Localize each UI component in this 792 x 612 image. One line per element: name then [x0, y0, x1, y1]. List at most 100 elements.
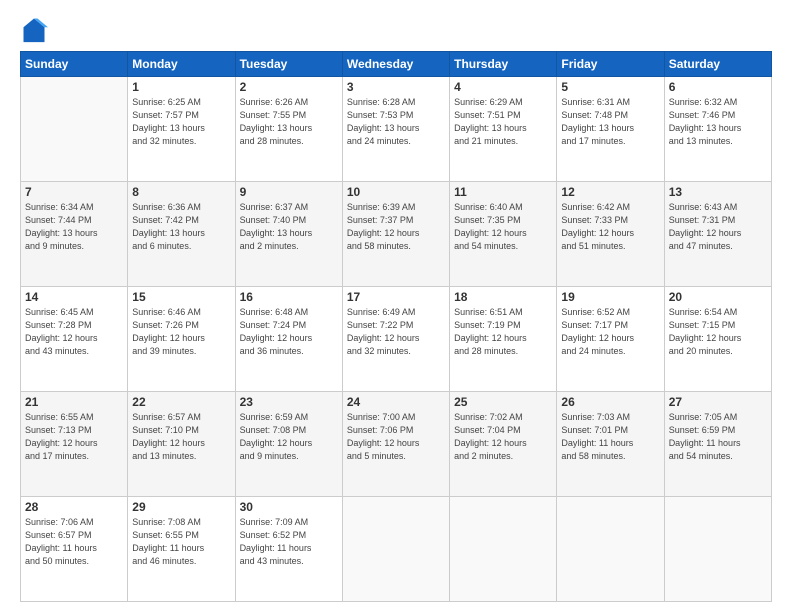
calendar-cell: 4 Sunrise: 6:29 AM Sunset: 7:51 PM Daylig…	[450, 77, 557, 182]
calendar-cell: 26 Sunrise: 7:03 AM Sunset: 7:01 PM Dayli…	[557, 392, 664, 497]
day-number: 8	[132, 185, 230, 199]
day-info: Sunrise: 7:08 AM Sunset: 6:55 PM Dayligh…	[132, 516, 230, 568]
day-number: 25	[454, 395, 552, 409]
day-number: 24	[347, 395, 445, 409]
day-number: 3	[347, 80, 445, 94]
calendar-cell: 10 Sunrise: 6:39 AM Sunset: 7:37 PM Dayli…	[342, 182, 449, 287]
calendar-cell: 28 Sunrise: 7:06 AM Sunset: 6:57 PM Dayli…	[21, 497, 128, 602]
day-number: 4	[454, 80, 552, 94]
day-info: Sunrise: 6:46 AM Sunset: 7:26 PM Dayligh…	[132, 306, 230, 358]
day-info: Sunrise: 6:29 AM Sunset: 7:51 PM Dayligh…	[454, 96, 552, 148]
day-info: Sunrise: 6:59 AM Sunset: 7:08 PM Dayligh…	[240, 411, 338, 463]
calendar-cell: 6 Sunrise: 6:32 AM Sunset: 7:46 PM Daylig…	[664, 77, 771, 182]
day-info: Sunrise: 6:43 AM Sunset: 7:31 PM Dayligh…	[669, 201, 767, 253]
calendar-cell: 30 Sunrise: 7:09 AM Sunset: 6:52 PM Dayli…	[235, 497, 342, 602]
day-number: 22	[132, 395, 230, 409]
day-number: 5	[561, 80, 659, 94]
calendar-cell: 17Sunrise: 6:49 AM Sunset: 7:22 PM Dayli…	[342, 287, 449, 392]
day-info: Sunrise: 6:42 AM Sunset: 7:33 PM Dayligh…	[561, 201, 659, 253]
calendar-cell: 12 Sunrise: 6:42 AM Sunset: 7:33 PM Dayli…	[557, 182, 664, 287]
day-info: Sunrise: 6:25 AM Sunset: 7:57 PM Dayligh…	[132, 96, 230, 148]
day-number: 21	[25, 395, 123, 409]
day-number: 11	[454, 185, 552, 199]
day-number: 18	[454, 290, 552, 304]
calendar-cell	[450, 497, 557, 602]
day-info: Sunrise: 7:00 AM Sunset: 7:06 PM Dayligh…	[347, 411, 445, 463]
calendar-cell: 11 Sunrise: 6:40 AM Sunset: 7:35 PM Dayli…	[450, 182, 557, 287]
day-number: 9	[240, 185, 338, 199]
calendar-cell: 5 Sunrise: 6:31 AM Sunset: 7:48 PM Daylig…	[557, 77, 664, 182]
day-info: Sunrise: 6:45 AM Sunset: 7:28 PM Dayligh…	[25, 306, 123, 358]
calendar-cell: 19 Sunrise: 6:52 AM Sunset: 7:17 PM Dayli…	[557, 287, 664, 392]
day-number: 14	[25, 290, 123, 304]
logo	[20, 15, 52, 43]
day-number: 16	[240, 290, 338, 304]
calendar-cell: 18 Sunrise: 6:51 AM Sunset: 7:19 PM Dayli…	[450, 287, 557, 392]
calendar-cell: 1 Sunrise: 6:25 AM Sunset: 7:57 PM Daylig…	[128, 77, 235, 182]
day-info: Sunrise: 6:57 AM Sunset: 7:10 PM Dayligh…	[132, 411, 230, 463]
day-number: 28	[25, 500, 123, 514]
day-info: Sunrise: 6:55 AM Sunset: 7:13 PM Dayligh…	[25, 411, 123, 463]
day-info: Sunrise: 6:51 AM Sunset: 7:19 PM Dayligh…	[454, 306, 552, 358]
day-number: 27	[669, 395, 767, 409]
calendar-cell: 23 Sunrise: 6:59 AM Sunset: 7:08 PM Dayli…	[235, 392, 342, 497]
header	[20, 15, 772, 43]
day-number: 29	[132, 500, 230, 514]
calendar-cell: 8 Sunrise: 6:36 AM Sunset: 7:42 PM Daylig…	[128, 182, 235, 287]
weekday-header: Wednesday	[342, 52, 449, 77]
day-number: 20	[669, 290, 767, 304]
day-info: Sunrise: 6:26 AM Sunset: 7:55 PM Dayligh…	[240, 96, 338, 148]
calendar-cell: 3 Sunrise: 6:28 AM Sunset: 7:53 PM Daylig…	[342, 77, 449, 182]
calendar-cell	[664, 497, 771, 602]
day-number: 13	[669, 185, 767, 199]
calendar-cell: 21 Sunrise: 6:55 AM Sunset: 7:13 PM Dayli…	[21, 392, 128, 497]
day-number: 6	[669, 80, 767, 94]
calendar-page: SundayMondayTuesdayWednesdayThursdayFrid…	[0, 0, 792, 612]
day-number: 15	[132, 290, 230, 304]
logo-icon	[20, 15, 48, 43]
weekday-header: Friday	[557, 52, 664, 77]
day-info: Sunrise: 6:52 AM Sunset: 7:17 PM Dayligh…	[561, 306, 659, 358]
day-info: Sunrise: 6:36 AM Sunset: 7:42 PM Dayligh…	[132, 201, 230, 253]
day-info: Sunrise: 6:49 AM Sunset: 7:22 PM Dayligh…	[347, 306, 445, 358]
day-info: Sunrise: 7:02 AM Sunset: 7:04 PM Dayligh…	[454, 411, 552, 463]
day-info: Sunrise: 6:40 AM Sunset: 7:35 PM Dayligh…	[454, 201, 552, 253]
weekday-header: Tuesday	[235, 52, 342, 77]
day-info: Sunrise: 6:54 AM Sunset: 7:15 PM Dayligh…	[669, 306, 767, 358]
calendar-cell: 29 Sunrise: 7:08 AM Sunset: 6:55 PM Dayli…	[128, 497, 235, 602]
day-number: 23	[240, 395, 338, 409]
day-number: 2	[240, 80, 338, 94]
day-info: Sunrise: 6:32 AM Sunset: 7:46 PM Dayligh…	[669, 96, 767, 148]
calendar-table: SundayMondayTuesdayWednesdayThursdayFrid…	[20, 51, 772, 602]
day-info: Sunrise: 6:31 AM Sunset: 7:48 PM Dayligh…	[561, 96, 659, 148]
calendar-cell: 14 Sunrise: 6:45 AM Sunset: 7:28 PM Dayli…	[21, 287, 128, 392]
calendar-cell: 25 Sunrise: 7:02 AM Sunset: 7:04 PM Dayli…	[450, 392, 557, 497]
day-number: 12	[561, 185, 659, 199]
calendar-cell	[342, 497, 449, 602]
day-info: Sunrise: 7:06 AM Sunset: 6:57 PM Dayligh…	[25, 516, 123, 568]
calendar-cell: 7Sunrise: 6:34 AM Sunset: 7:44 PM Daylig…	[21, 182, 128, 287]
calendar-cell: 20 Sunrise: 6:54 AM Sunset: 7:15 PM Dayli…	[664, 287, 771, 392]
calendar-cell: 15 Sunrise: 6:46 AM Sunset: 7:26 PM Dayli…	[128, 287, 235, 392]
day-info: Sunrise: 6:28 AM Sunset: 7:53 PM Dayligh…	[347, 96, 445, 148]
day-number: 7	[25, 185, 123, 199]
day-number: 10	[347, 185, 445, 199]
weekday-header: Monday	[128, 52, 235, 77]
calendar-cell: 16 Sunrise: 6:48 AM Sunset: 7:24 PM Dayli…	[235, 287, 342, 392]
weekday-header: Sunday	[21, 52, 128, 77]
day-number: 19	[561, 290, 659, 304]
weekday-header: Thursday	[450, 52, 557, 77]
calendar-cell: 24 Sunrise: 7:00 AM Sunset: 7:06 PM Dayli…	[342, 392, 449, 497]
calendar-cell: 22 Sunrise: 6:57 AM Sunset: 7:10 PM Dayli…	[128, 392, 235, 497]
day-info: Sunrise: 6:48 AM Sunset: 7:24 PM Dayligh…	[240, 306, 338, 358]
day-number: 30	[240, 500, 338, 514]
day-number: 26	[561, 395, 659, 409]
day-number: 1	[132, 80, 230, 94]
weekday-header: Saturday	[664, 52, 771, 77]
day-info: Sunrise: 6:39 AM Sunset: 7:37 PM Dayligh…	[347, 201, 445, 253]
calendar-cell: 2 Sunrise: 6:26 AM Sunset: 7:55 PM Daylig…	[235, 77, 342, 182]
day-info: Sunrise: 7:09 AM Sunset: 6:52 PM Dayligh…	[240, 516, 338, 568]
calendar-cell: 9Sunrise: 6:37 AM Sunset: 7:40 PM Daylig…	[235, 182, 342, 287]
day-info: Sunrise: 7:03 AM Sunset: 7:01 PM Dayligh…	[561, 411, 659, 463]
calendar-cell	[557, 497, 664, 602]
